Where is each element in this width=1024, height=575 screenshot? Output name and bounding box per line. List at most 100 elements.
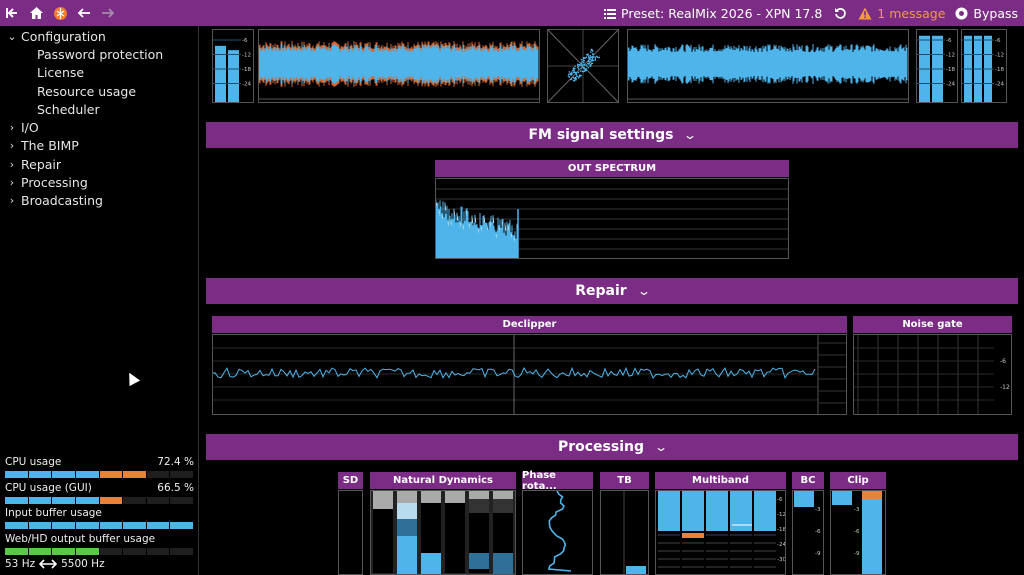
gonio-dot: [582, 59, 585, 61]
noise-gate-title: Noise gate: [853, 316, 1012, 333]
declipper-title: Declipper: [212, 316, 847, 333]
meter-segment: [5, 496, 29, 504]
nav-item-scheduler[interactable]: Scheduler: [0, 100, 198, 118]
top-bar: Preset: RealMix 2026 - XPN 17.8 1 messag…: [0, 0, 1024, 26]
output-buffer-meter: Web/HD output buffer usage: [0, 533, 199, 559]
section-repair[interactable]: Repair ⌄: [206, 278, 1018, 304]
gonio-dot: [585, 53, 588, 56]
first-page-icon[interactable]: [0, 0, 24, 26]
chevron-down-icon: ⌄: [7, 29, 17, 43]
dyn-column: [443, 491, 467, 574]
scale-label: -24: [995, 82, 1004, 88]
scale-label: -12: [1000, 384, 1010, 391]
output-waveform: [627, 29, 909, 103]
phase-trace: [547, 491, 572, 572]
main-panel: -6 -12 -18 -24 -6 -12 -18 -24 -6 -12 -18 -24 FM s…: [200, 26, 1024, 575]
chevron-down-icon: ⌄: [683, 128, 698, 142]
double-arrow-icon: [39, 559, 58, 569]
gonio-dot: [572, 67, 575, 69]
multiband-gain: [754, 491, 776, 531]
preset-selector[interactable]: Preset: RealMix 2026 - XPN 17.8: [604, 6, 822, 21]
back-arrow-icon[interactable]: [72, 0, 96, 26]
panel-title-text: OUT SPECTRUM: [567, 163, 657, 174]
section-processing[interactable]: Processing ⌄: [206, 434, 1018, 460]
nav-item-processing[interactable]: › Processing: [0, 173, 198, 191]
phase-rotator-title: Phase rota...: [522, 470, 593, 492]
meter-segment: [28, 471, 53, 478]
dyn-block: [469, 553, 489, 569]
meter-segment: [52, 496, 76, 504]
freq-low: 53 Hz: [5, 558, 36, 570]
gonio-dot: [578, 75, 581, 77]
phase-rotator-display: [522, 490, 593, 575]
panel-title-text: Multiband: [692, 475, 749, 486]
gonio-dot: [580, 58, 583, 61]
tb-title: TB: [600, 472, 649, 489]
meter-segment: [5, 471, 29, 478]
undo-icon[interactable]: [832, 0, 848, 26]
meter-segment: [170, 496, 194, 504]
nav-item-resource-usage[interactable]: Resource usage: [0, 82, 198, 100]
gonio-dot: [589, 54, 591, 57]
nav-item-license[interactable]: License: [0, 64, 198, 82]
gonio-dot: [587, 66, 590, 69]
gonio-dot: [594, 56, 597, 59]
nav-item-configuration[interactable]: ⌄ Configuration: [0, 27, 198, 45]
gonio-dot: [591, 50, 594, 52]
meter-bar: [5, 547, 194, 555]
bypass-button[interactable]: Bypass: [955, 6, 1018, 21]
meter-segment: [75, 471, 100, 478]
out-spectrum-display: [435, 178, 789, 259]
meter-bar: [5, 522, 194, 529]
gonio-dot: [591, 48, 593, 51]
meter-segment: [123, 547, 147, 555]
level-bar: [228, 50, 239, 102]
nav-item-repair[interactable]: › Repair: [0, 155, 198, 173]
level-meter-svg: -6 -12 -18 -24: [917, 35, 955, 102]
dyn-block: [445, 491, 465, 503]
scale-label: -3: [815, 507, 821, 513]
dyn-block: [421, 553, 441, 574]
gonio-dot: [570, 72, 573, 75]
nav-item-password-protection[interactable]: Password protection: [0, 45, 198, 63]
freq-high: 5500 Hz: [61, 558, 105, 570]
panel-title-text: Natural Dynamics: [392, 475, 494, 486]
sd-title: SD: [338, 472, 363, 489]
top-bar-right: Preset: RealMix 2026 - XPN 17.8 1 messag…: [604, 0, 1018, 26]
logo-icon[interactable]: [48, 0, 72, 26]
dyn-block: [397, 519, 417, 536]
message-button[interactable]: 1 message: [858, 6, 945, 21]
multiband-gain: [658, 491, 680, 531]
scale-label: -12: [242, 53, 251, 59]
gonio-dot: [588, 58, 590, 61]
gonio-dot: [575, 73, 578, 76]
bc-title: BC: [792, 472, 824, 489]
dyn-block: [397, 491, 417, 503]
meter-segment: [170, 547, 194, 555]
scale-label: -12: [946, 53, 955, 59]
gonio-dot: [575, 78, 577, 81]
gonio-dot: [598, 56, 601, 59]
sd-display: [338, 490, 363, 575]
scale-label: -18: [777, 527, 785, 533]
gonio-dot: [578, 64, 581, 66]
nav-item-io[interactable]: › I/O: [0, 118, 198, 136]
section-fm-signal-settings[interactable]: FM signal settings ⌄: [206, 122, 1018, 148]
dyn-block: [397, 503, 417, 519]
forward-arrow-icon[interactable]: [96, 0, 120, 26]
warning-icon: [858, 7, 872, 19]
meter-segment: [170, 471, 194, 478]
gonio-dot: [568, 71, 571, 73]
nav-item-the-bimp[interactable]: › The BIMP: [0, 137, 198, 155]
home-icon[interactable]: [24, 0, 48, 26]
bypass-icon: [955, 7, 968, 19]
gonio-dot: [580, 62, 582, 64]
nav-item-broadcasting[interactable]: › Broadcasting: [0, 192, 198, 210]
scale-label: -24: [242, 82, 251, 88]
meter-segment: [99, 496, 124, 504]
gonio-dot: [587, 60, 589, 63]
dyn-block: [493, 491, 513, 499]
scale-label: -6: [946, 38, 952, 44]
gonio-dot: [583, 63, 585, 66]
scale-label: -18: [242, 67, 251, 73]
